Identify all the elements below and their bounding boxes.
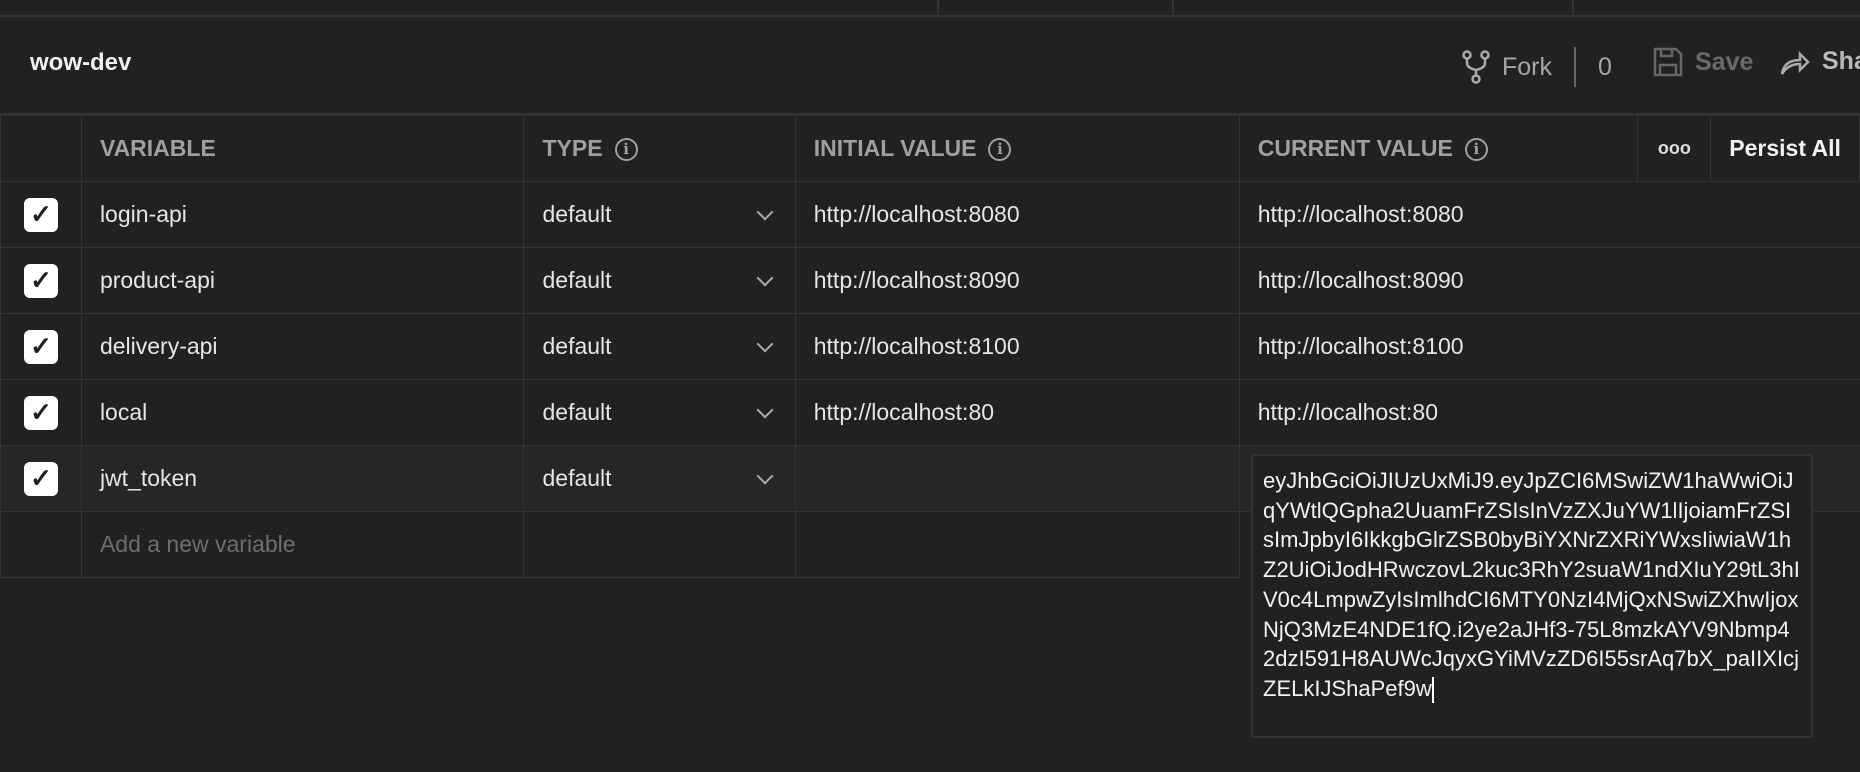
chevron-down-icon — [756, 467, 774, 484]
row-checkbox[interactable]: ✓ — [23, 395, 58, 430]
type-select[interactable]: default — [523, 247, 796, 314]
current-value[interactable]: http://localhost:80 — [1238, 379, 1860, 446]
fork-button[interactable]: Fork 0 — [1462, 47, 1612, 87]
current-value-editor[interactable]: eyJhbGciOiJIUzUxMiJ9.eyJpZCI6MSwiZW1haWw… — [1251, 454, 1813, 738]
row-checkbox[interactable]: ✓ — [23, 197, 58, 232]
text-caret — [1431, 677, 1434, 704]
top-tab-strip — [0, 0, 1860, 17]
initial-value[interactable] — [794, 445, 1240, 512]
type-select[interactable]: default — [523, 181, 796, 248]
current-value[interactable]: http://localhost:8090 — [1238, 247, 1860, 314]
info-icon[interactable]: i — [1464, 138, 1488, 162]
variable-name[interactable]: jwt_token — [80, 445, 525, 512]
chevron-down-icon — [756, 269, 774, 286]
row-checkbox[interactable]: ✓ — [23, 329, 58, 364]
column-variable: VARIABLE — [80, 115, 525, 182]
info-icon[interactable]: i — [614, 138, 638, 162]
initial-value[interactable]: http://localhost:8090 — [794, 247, 1240, 314]
initial-value[interactable]: http://localhost:80 — [794, 379, 1240, 446]
initial-value[interactable]: http://localhost:8080 — [794, 181, 1240, 248]
variable-name[interactable]: delivery-api — [80, 313, 525, 380]
fork-icon — [1462, 50, 1490, 84]
variable-name[interactable]: login-api — [80, 181, 525, 248]
table-row: ✓ login-api default http://localhost:808… — [0, 181, 1860, 248]
current-value[interactable]: http://localhost:8080 — [1238, 181, 1860, 248]
divider — [1574, 47, 1576, 87]
divider — [937, 0, 939, 17]
info-icon[interactable]: i — [988, 138, 1012, 162]
persist-all-button[interactable]: Persist All — [1710, 115, 1860, 182]
save-button[interactable]: Save — [1653, 47, 1753, 77]
share-button[interactable]: Share — [1780, 47, 1860, 76]
fork-count: 0 — [1598, 52, 1612, 81]
type-select[interactable]: default — [523, 445, 796, 512]
table-header-row: VARIABLE TYPE i INITIAL VALUE i CURRENT VA… — [0, 115, 1860, 182]
column-initial-value: INITIAL VALUE i — [794, 115, 1240, 182]
chevron-down-icon — [756, 335, 774, 352]
row-checkbox[interactable]: ✓ — [23, 263, 58, 298]
add-variable-input[interactable]: Add a new variable — [80, 511, 525, 578]
initial-value[interactable]: http://localhost:8100 — [794, 313, 1240, 380]
more-options-button[interactable]: ooo — [1637, 115, 1712, 182]
chevron-down-icon — [756, 401, 774, 418]
fork-label: Fork — [1502, 52, 1552, 81]
variable-name[interactable]: product-api — [80, 247, 525, 314]
divider — [1572, 0, 1574, 17]
column-current-value: CURRENT VALUE i — [1238, 115, 1639, 182]
table-row: ✓ delivery-api default http://localhost:… — [0, 313, 1860, 380]
environment-title[interactable]: wow-dev — [30, 49, 131, 77]
variable-name[interactable]: local — [80, 379, 525, 446]
current-value[interactable]: http://localhost:8100 — [1238, 313, 1860, 380]
chevron-down-icon — [756, 203, 774, 220]
environment-header: wow-dev Fork 0 Save Share — [0, 17, 1860, 115]
column-type: TYPE i — [523, 115, 796, 182]
type-select[interactable]: default — [523, 313, 796, 380]
table-row: ✓ local default http://localhost:80 http… — [0, 379, 1860, 446]
share-icon — [1780, 50, 1810, 75]
share-label: Share — [1822, 47, 1860, 75]
select-column — [0, 115, 82, 182]
divider — [1172, 0, 1174, 17]
save-icon — [1653, 47, 1683, 77]
row-checkbox[interactable]: ✓ — [23, 461, 58, 496]
table-row: ✓ product-api default http://localhost:8… — [0, 247, 1860, 314]
type-select[interactable]: default — [523, 379, 796, 446]
save-label: Save — [1695, 47, 1754, 76]
